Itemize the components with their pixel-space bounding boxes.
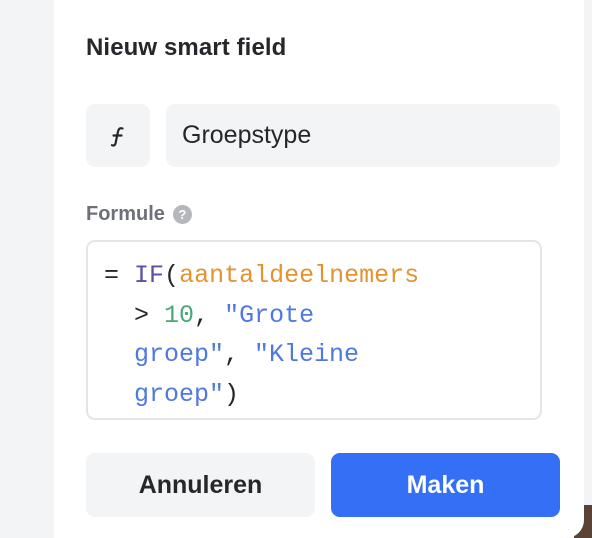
formula-string-part: "Kleine bbox=[254, 340, 360, 369]
formula-open-paren: ( bbox=[164, 261, 180, 290]
formula-label-text: Formule bbox=[86, 203, 165, 225]
formula-code[interactable]: = IF(aantaldeelnemers > 10, "Grote groep… bbox=[104, 256, 419, 414]
formula-string-part: groep" bbox=[134, 379, 225, 409]
cancel-button[interactable]: Annuleren bbox=[86, 453, 315, 517]
formula-close-paren: ) bbox=[224, 379, 240, 409]
formula-comma: , bbox=[224, 340, 255, 369]
formula-function: IF bbox=[134, 261, 165, 290]
formula-label: Formule ? bbox=[86, 203, 192, 226]
formula-string-part: groep" bbox=[134, 340, 225, 369]
function-icon-button[interactable] bbox=[86, 104, 150, 167]
formula-editor[interactable]: = IF(aantaldeelnemers > 10, "Grote groep… bbox=[86, 240, 542, 420]
question-mark-icon[interactable]: ? bbox=[172, 205, 192, 224]
formula-operator: > bbox=[134, 300, 165, 330]
formula-equals: = bbox=[104, 261, 120, 290]
dialog-title: Nieuw smart field bbox=[86, 34, 287, 61]
formula-string-part: "Grote bbox=[224, 300, 315, 330]
formula-comma: , bbox=[194, 300, 225, 330]
create-button[interactable]: Maken bbox=[331, 453, 560, 517]
function-icon bbox=[110, 126, 124, 147]
formula-number: 10 bbox=[164, 300, 195, 330]
formula-variable: aantaldeelnemers bbox=[179, 261, 420, 290]
field-name-input[interactable] bbox=[166, 104, 560, 167]
